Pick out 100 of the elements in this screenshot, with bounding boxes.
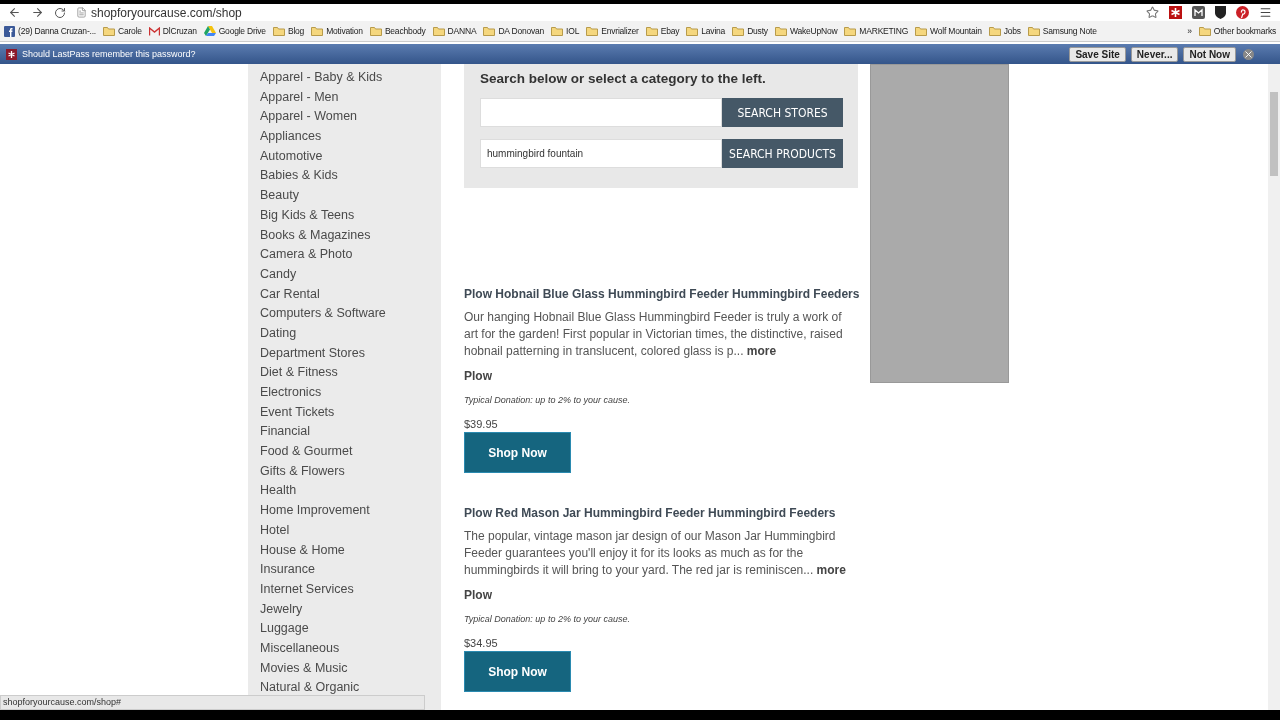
product-title[interactable]: Plow Red Mason Jar Hummingbird Feeder Hummingbird Feeders [464, 506, 836, 520]
category-link[interactable]: Apparel - Men [248, 87, 441, 108]
star-icon[interactable] [1146, 6, 1159, 19]
category-link[interactable]: Appliances [248, 127, 441, 147]
bookmark[interactable]: Envrializer [586, 26, 639, 36]
bookmark[interactable]: MARKETING [844, 26, 909, 36]
bookmark[interactable]: (29) Danna Cruzan-... [4, 25, 96, 37]
category-link[interactable]: Insurance [248, 560, 441, 580]
donation-note: Typical Donation: up to 2% to your cause. [464, 614, 630, 624]
search-button[interactable]: SEARCH STORES [722, 98, 843, 127]
bookmark[interactable]: IOL [551, 26, 580, 36]
category-link[interactable]: Electronics [248, 383, 441, 403]
mail-icon [148, 26, 160, 36]
folder-icon [311, 26, 324, 36]
product-description: Our hanging Hobnail Blue Glass Hummingbird Feeder is truly a work of art for the garden! First popular in Victorian times, the distinctive, raised hobnail patterning in translucent, colored glass is p... more [464, 309, 844, 360]
category-link[interactable]: Babies & Kids [248, 166, 441, 187]
bookmark[interactable]: Google Drive [203, 26, 266, 36]
bookmark[interactable]: Dusty [732, 26, 768, 36]
bookmark[interactable]: DANNA [432, 26, 477, 36]
category-link[interactable]: Books & Magazines [248, 225, 441, 246]
category-link[interactable]: Department Stores [248, 343, 441, 364]
drive-icon [203, 26, 216, 36]
bookmark[interactable]: Other bookmarks [1198, 26, 1276, 36]
status-url: shopforyourcause.com/shop# [0, 695, 425, 710]
shop-now-button[interactable]: Shop Now [464, 432, 571, 473]
lastpass-button[interactable]: Save Site [1069, 46, 1126, 62]
bookmark[interactable]: Ebay [645, 26, 680, 36]
lastpass-button[interactable]: Never... [1130, 46, 1179, 62]
product-title[interactable]: Plow Hobnail Blue Glass Hummingbird Feeder Hummingbird Feeders [464, 287, 860, 301]
category-link[interactable]: Jewelry [248, 599, 441, 620]
product-price: $39.95 [464, 418, 498, 430]
category-link[interactable]: Apparel - Baby & Kids [248, 68, 441, 88]
menu-icon[interactable] [1259, 6, 1272, 19]
facebook-icon [4, 25, 15, 37]
more-link[interactable]: more [746, 344, 777, 358]
back-icon[interactable] [8, 6, 21, 19]
category-link[interactable]: Dating [248, 323, 441, 344]
scrollbar-thumb[interactable] [1270, 92, 1278, 176]
folder-icon [915, 26, 928, 36]
reload-icon[interactable] [54, 6, 66, 19]
shield-icon[interactable] [1215, 6, 1226, 19]
category-link[interactable]: Natural & Organic [248, 678, 441, 698]
category-link[interactable]: Automotive [248, 146, 441, 167]
bookmark[interactable]: WakeUpNow [774, 26, 838, 36]
category-link[interactable]: Luggage [248, 619, 441, 639]
category-link[interactable]: Health [248, 481, 441, 502]
forward-icon[interactable] [31, 6, 44, 19]
bookmark[interactable]: DlCruzan [148, 26, 197, 36]
category-link[interactable]: Movies & Music [248, 658, 441, 679]
product-brand: Plow [464, 369, 492, 383]
category-link[interactable]: Home Improvement [248, 501, 441, 521]
mail-extension-icon[interactable] [1192, 6, 1205, 19]
product-price: $34.95 [464, 637, 498, 649]
search-field[interactable] [480, 98, 722, 127]
more-bookmarks-chevron[interactable]: » [1187, 26, 1192, 36]
more-link[interactable]: more [816, 563, 846, 577]
folder-icon [369, 26, 382, 36]
category-link[interactable]: Gifts & Flowers [248, 461, 441, 482]
folder-icon [988, 26, 1001, 36]
scrollbar[interactable] [1268, 64, 1280, 710]
folder-icon [844, 26, 857, 36]
lastpass-icon[interactable] [1169, 6, 1182, 19]
category-link[interactable]: Food & Gourmet [248, 442, 441, 462]
category-link[interactable]: Event Tickets [248, 402, 441, 423]
category-link[interactable]: Camera & Photo [248, 245, 441, 265]
close-icon[interactable] [1243, 48, 1254, 60]
category-link[interactable]: Diet & Fitness [248, 363, 441, 383]
category-link[interactable]: Financial [248, 422, 441, 443]
bookmark[interactable]: Carole [103, 26, 142, 36]
lastpass-button[interactable]: Not Now [1183, 46, 1236, 62]
category-link[interactable]: Computers & Software [248, 304, 441, 324]
lastpass-message: Should LastPass remember this password? [22, 49, 197, 59]
product-brand: Plow [464, 588, 492, 602]
category-link[interactable]: Miscellaneous [248, 638, 441, 659]
shop-now-button[interactable]: Shop Now [464, 651, 571, 692]
folder-icon [645, 26, 658, 36]
folder-icon [686, 26, 699, 36]
category-link[interactable]: Car Rental [248, 284, 441, 305]
category-link[interactable]: Apparel - Women [248, 107, 441, 128]
bookmark[interactable]: Blog [272, 26, 305, 36]
bookmark[interactable]: Jobs [988, 26, 1021, 36]
category-link[interactable]: Beauty [248, 186, 441, 206]
category-link[interactable]: Big Kids & Teens [248, 205, 441, 226]
search-field[interactable]: hummingbird fountain [480, 139, 722, 168]
bookmark[interactable]: Beachbody [369, 26, 426, 36]
bookmark[interactable]: Lavina [686, 26, 726, 36]
bookmark[interactable]: Wolf Mountain [915, 26, 982, 36]
category-link[interactable]: Internet Services [248, 579, 441, 600]
donation-note: Typical Donation: up to 2% to your cause. [464, 395, 630, 405]
url-field[interactable]: shopforyourcause.com/shop [91, 5, 242, 20]
bookmark[interactable]: Samsung Note [1027, 26, 1097, 36]
bookmark[interactable]: Motivation [311, 26, 363, 36]
folder-icon [1027, 26, 1040, 36]
category-link[interactable]: Candy [248, 264, 441, 285]
search-button[interactable]: SEARCH PRODUCTS [722, 139, 843, 168]
category-link[interactable]: Hotel [248, 520, 441, 541]
bookmark[interactable]: DA Donovan [483, 26, 545, 36]
category-link[interactable]: House & Home [248, 540, 441, 561]
folder-icon [432, 26, 445, 36]
pinterest-icon[interactable] [1236, 6, 1249, 19]
